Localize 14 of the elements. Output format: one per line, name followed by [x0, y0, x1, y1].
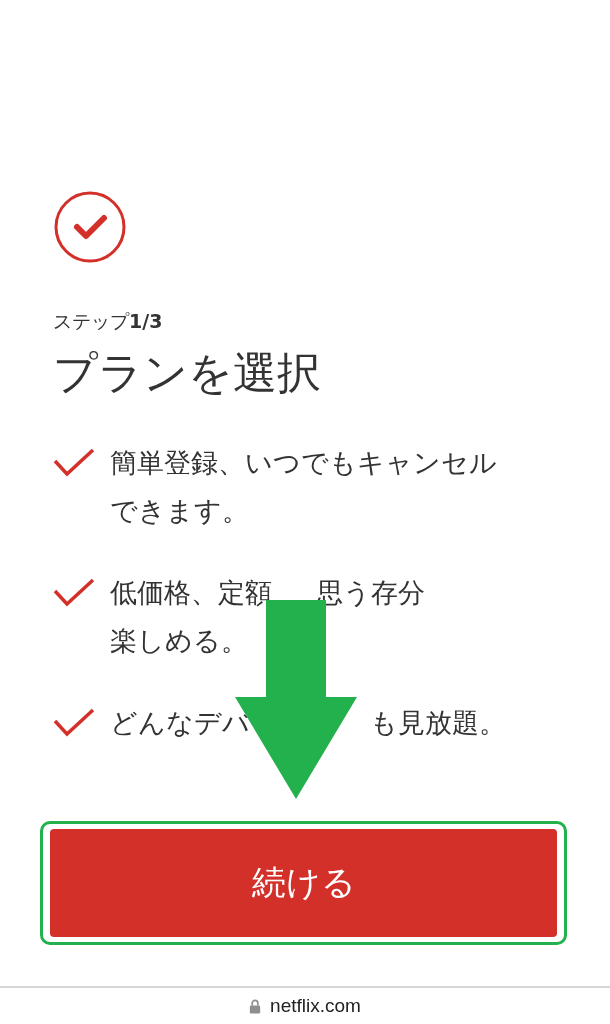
feature-text: 楽しめる。 — [110, 624, 248, 658]
feature-text: できます。 — [110, 494, 249, 528]
check-circle-icon — [53, 190, 127, 264]
url-text: netflix.com — [270, 995, 361, 1017]
feature-text: も見放題。 — [370, 706, 506, 740]
feature-text: 低価格、定額 — [110, 576, 272, 610]
page-title: プランを選択 — [53, 346, 322, 400]
continue-button[interactable]: 続ける — [50, 829, 557, 937]
feature-text: 簡単登録、いつでもキャンセル — [110, 446, 497, 480]
checkmark-icon — [53, 577, 95, 607]
checkmark-icon — [53, 447, 95, 477]
step-indicator: ステップ1/3 — [53, 309, 164, 333]
checkmark-icon — [53, 707, 95, 737]
lock-icon — [249, 998, 262, 1014]
